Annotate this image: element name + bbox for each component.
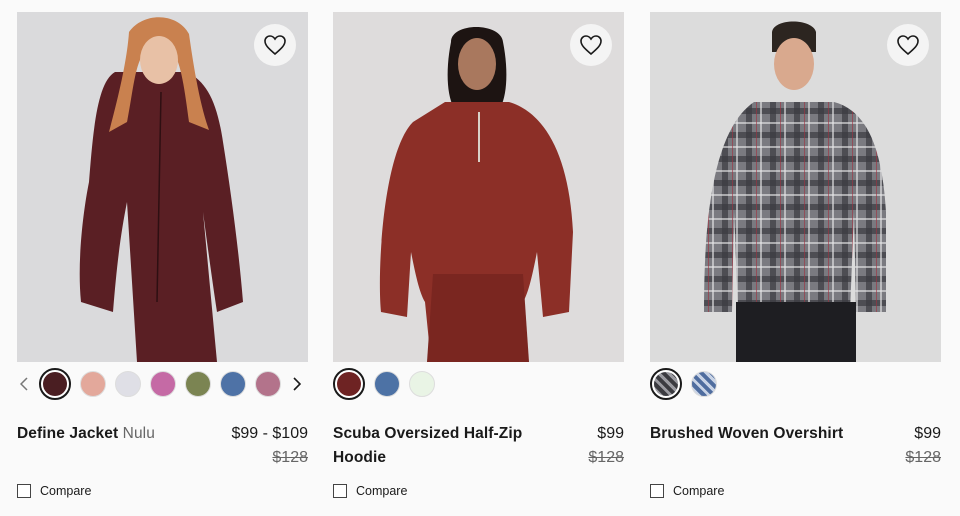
product-image[interactable] xyxy=(650,12,941,362)
wishlist-button[interactable] xyxy=(887,24,929,66)
compare-label: Compare xyxy=(356,484,408,498)
product-image[interactable] xyxy=(17,12,308,362)
product-card-define-jacket[interactable]: Define Jacket Nulu $99 - $109 $128 Compa… xyxy=(17,12,308,498)
original-price: $128 xyxy=(272,449,308,466)
product-title[interactable]: Brushed Woven Overshirt xyxy=(650,422,850,446)
swatch[interactable] xyxy=(409,371,435,397)
chevron-left-icon[interactable] xyxy=(17,371,31,397)
current-price: $99 - $109 xyxy=(231,425,308,442)
product-image[interactable] xyxy=(333,12,624,362)
current-price: $99 xyxy=(914,425,941,442)
checkbox-icon[interactable] xyxy=(333,484,347,498)
swatch[interactable] xyxy=(374,371,400,397)
product-name[interactable]: Define Jacket xyxy=(17,425,118,442)
product-name[interactable]: Brushed Woven Overshirt xyxy=(650,425,843,442)
heart-icon xyxy=(264,35,286,56)
compare-checkbox[interactable]: Compare xyxy=(333,484,407,498)
product-price: $99 $128 xyxy=(905,422,941,470)
product-card-brushed-overshirt[interactable]: Brushed Woven Overshirt $99 $128 Compare xyxy=(650,12,941,498)
swatch[interactable] xyxy=(39,368,71,400)
compare-label: Compare xyxy=(40,484,92,498)
product-card-scuba-hoodie[interactable]: Scuba Oversized Half-Zip Hoodie $99 $128… xyxy=(333,12,624,498)
compare-label: Compare xyxy=(673,484,725,498)
color-swatches xyxy=(333,366,444,402)
wishlist-button[interactable] xyxy=(254,24,296,66)
swatch[interactable] xyxy=(80,371,106,397)
swatch[interactable] xyxy=(150,371,176,397)
swatch[interactable] xyxy=(255,371,281,397)
original-price: $128 xyxy=(905,449,941,466)
product-title[interactable]: Define Jacket Nulu xyxy=(17,422,217,446)
swatch[interactable] xyxy=(650,368,682,400)
product-title[interactable]: Scuba Oversized Half-Zip Hoodie xyxy=(333,422,533,470)
compare-checkbox[interactable]: Compare xyxy=(650,484,724,498)
product-subtitle: Nulu xyxy=(122,425,155,442)
color-swatches xyxy=(17,366,312,402)
heart-icon xyxy=(580,35,602,56)
original-price: $128 xyxy=(588,449,624,466)
product-name[interactable]: Scuba Oversized Half-Zip Hoodie xyxy=(333,425,522,466)
checkbox-icon[interactable] xyxy=(17,484,31,498)
product-price: $99 - $109 $128 xyxy=(231,422,308,470)
swatch[interactable] xyxy=(220,371,246,397)
chevron-right-icon[interactable] xyxy=(290,371,304,397)
product-price: $99 $128 xyxy=(588,422,624,470)
color-swatches xyxy=(650,366,726,402)
compare-checkbox[interactable]: Compare xyxy=(17,484,91,498)
swatch[interactable] xyxy=(115,371,141,397)
checkbox-icon[interactable] xyxy=(650,484,664,498)
heart-icon xyxy=(897,35,919,56)
current-price: $99 xyxy=(597,425,624,442)
wishlist-button[interactable] xyxy=(570,24,612,66)
swatch[interactable] xyxy=(185,371,211,397)
swatch[interactable] xyxy=(691,371,717,397)
swatch[interactable] xyxy=(333,368,365,400)
